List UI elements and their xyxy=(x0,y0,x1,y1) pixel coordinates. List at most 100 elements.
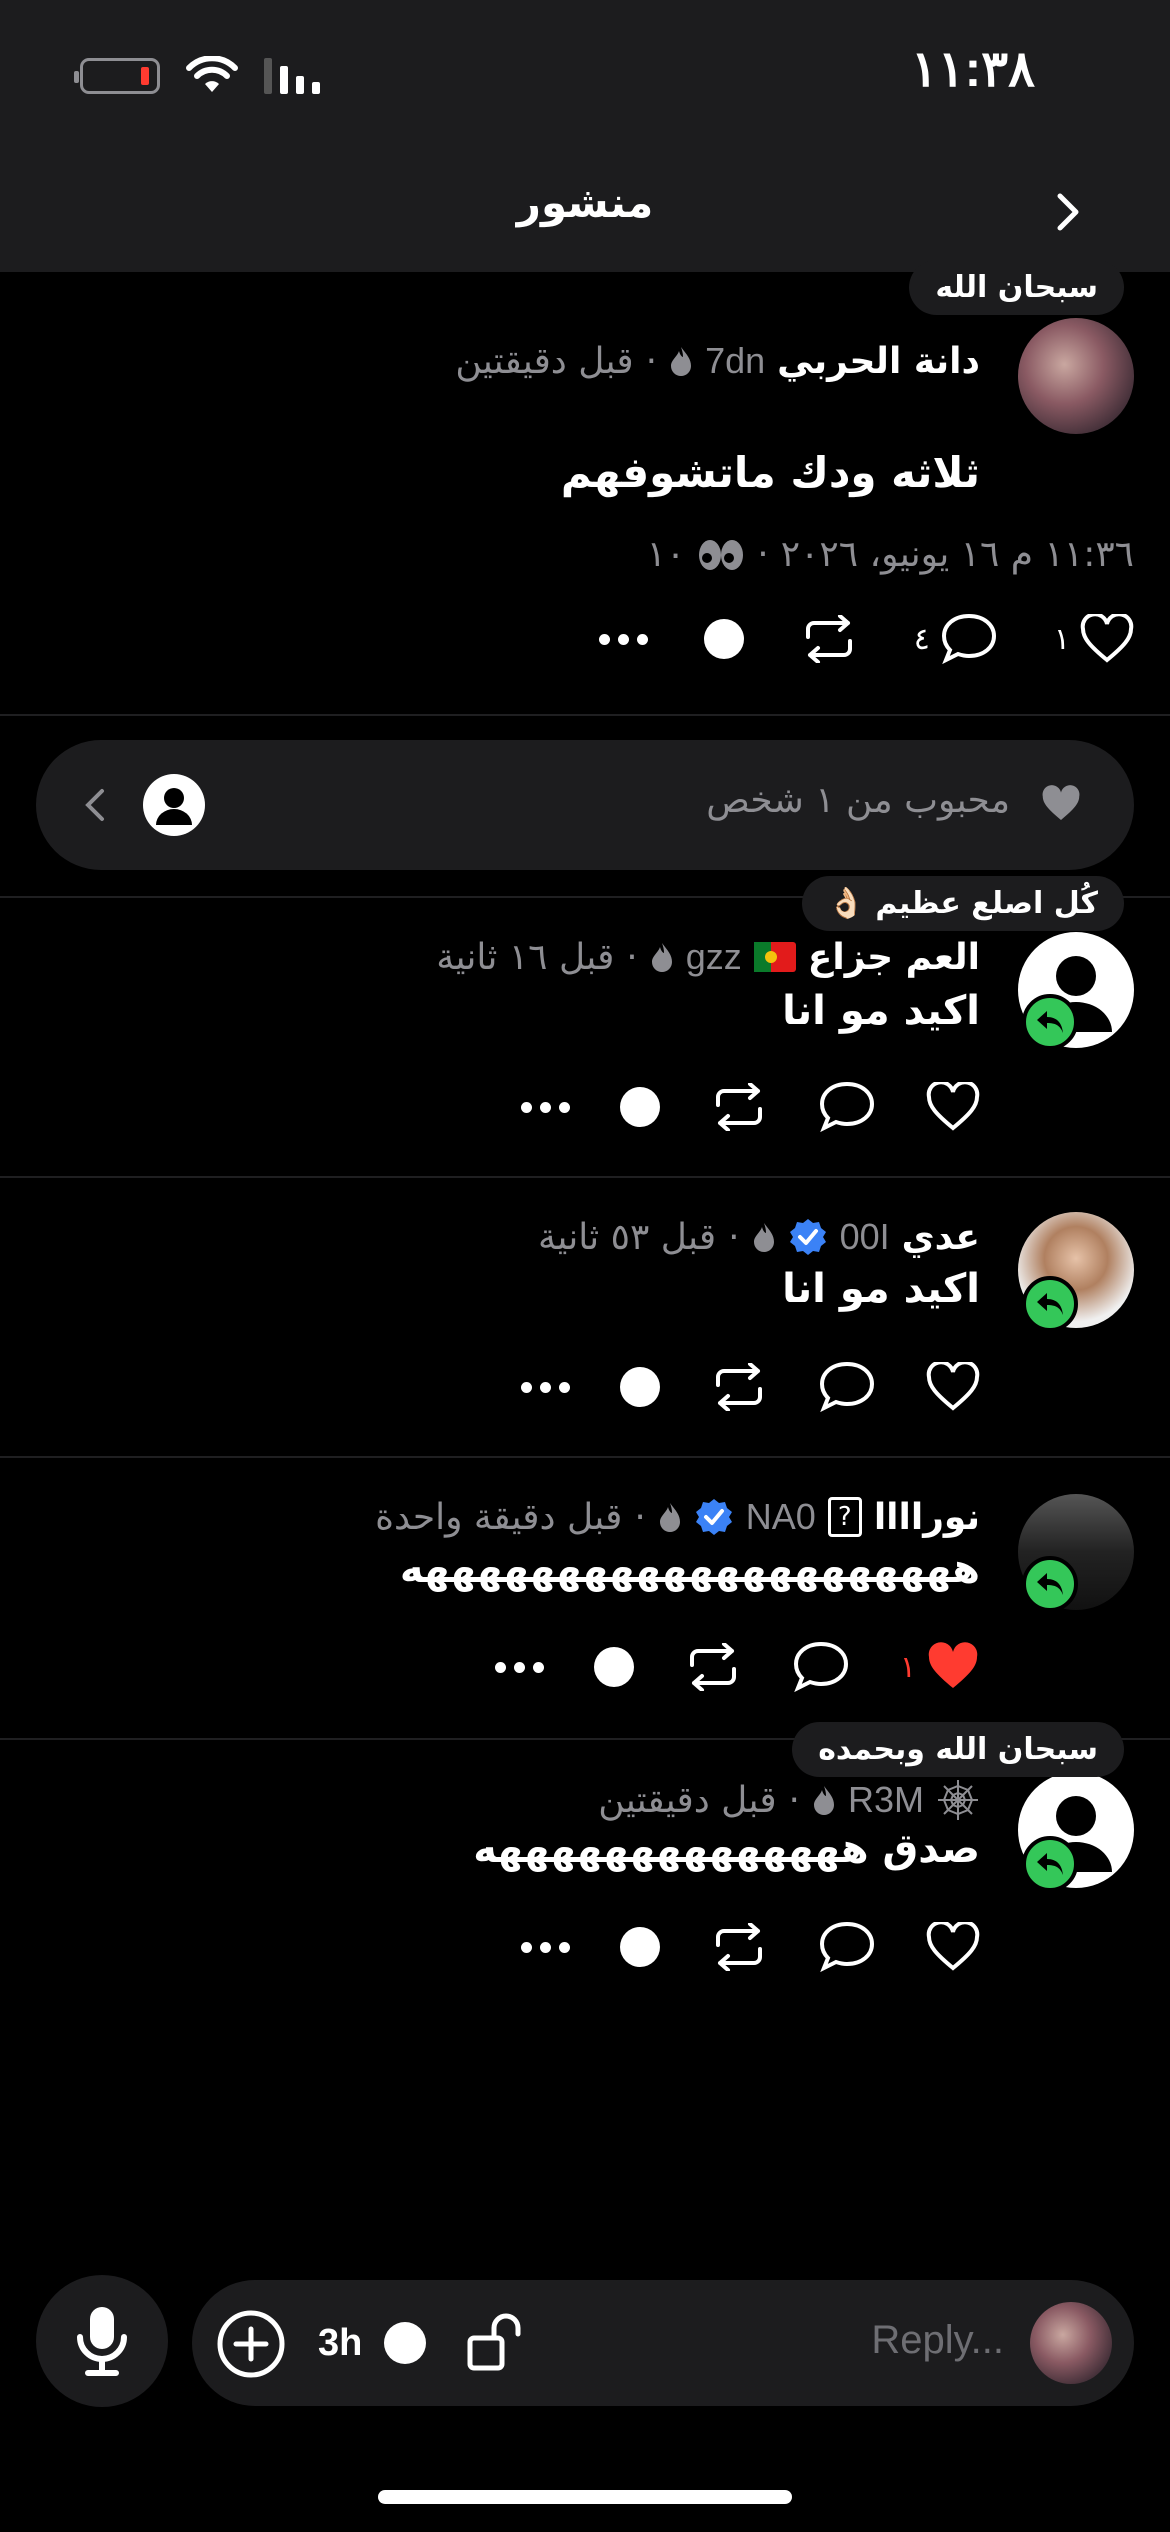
post-actions: ١ ٤ xyxy=(598,612,1134,666)
heart-icon xyxy=(926,1922,980,1971)
status-icons xyxy=(74,56,324,96)
reply-badge xyxy=(1022,1556,1078,1612)
like-button[interactable] xyxy=(926,1362,980,1412)
mic-button[interactable] xyxy=(36,2275,168,2407)
comment-button[interactable] xyxy=(792,1640,850,1694)
repost-icon xyxy=(716,1363,762,1411)
like-button[interactable]: ١ xyxy=(900,1642,980,1692)
comment-author-line: العم جزاع gzz · قبل ١٦ ثانية xyxy=(436,936,980,978)
more-icon xyxy=(598,633,648,645)
comment-handle: gzz xyxy=(685,936,742,977)
home-indicator xyxy=(378,2490,792,2504)
comment-time: قبل ١٦ ثانية xyxy=(436,936,615,978)
reply-arrow-icon xyxy=(1037,1011,1063,1033)
comment-button[interactable] xyxy=(818,1920,876,1974)
separator-dot: · xyxy=(788,1779,800,1821)
author-line: دانة الحربي 7dn · قبل دقيقتين xyxy=(455,340,980,382)
more-icon xyxy=(494,1661,544,1673)
comment-author-name[interactable]: عدي xyxy=(902,1217,980,1258)
more-button[interactable] xyxy=(521,1101,570,1113)
status-bar: ١١:٣٨ xyxy=(0,0,1170,140)
comment-actions xyxy=(521,1920,980,1974)
comment-handle: 00I xyxy=(839,1216,890,1257)
comment-text: اكيد مو انا xyxy=(782,1266,980,1312)
liked-by-label: محبوب من ١ شخص xyxy=(706,780,1010,821)
flame-icon xyxy=(813,1786,834,1815)
flame-icon xyxy=(659,1503,680,1532)
repost-icon xyxy=(805,615,852,663)
heart-filled-icon xyxy=(928,1642,978,1688)
post-text: ثلاثه ودك ماتشوفهم xyxy=(560,448,980,497)
repost-button[interactable] xyxy=(710,1363,768,1411)
repost-icon xyxy=(716,1923,762,1971)
page-title: منشور xyxy=(516,178,654,227)
post-time: قبل دقيقتين xyxy=(455,340,634,382)
status-dot-button[interactable] xyxy=(703,619,744,659)
more-button[interactable] xyxy=(494,1661,544,1673)
status-time: ١١:٣٨ xyxy=(910,41,1035,97)
repost-button[interactable] xyxy=(684,1643,742,1691)
my-avatar xyxy=(1030,2302,1112,2384)
comment-button[interactable]: ٤ xyxy=(914,612,998,666)
comment-text: صدق ههههههههههههههه xyxy=(473,1826,980,1872)
dot-icon xyxy=(703,619,744,659)
more-icon xyxy=(521,1101,570,1113)
dot-icon xyxy=(620,1087,660,1127)
reply-arrow-icon xyxy=(1037,1293,1063,1315)
more-button[interactable] xyxy=(521,1381,570,1393)
dot-icon[interactable] xyxy=(384,2322,426,2364)
repost-button[interactable] xyxy=(800,615,858,663)
comment-button[interactable] xyxy=(818,1080,876,1134)
comment-author-name[interactable]: العم جزاع xyxy=(808,937,980,978)
separator-dot: · xyxy=(728,1216,740,1258)
dot-icon xyxy=(620,1927,660,1967)
post-date: ١١:٣٦ م ١٦ يونيو، ٢٠٢٦ xyxy=(780,534,1134,575)
timer-label[interactable]: 3h xyxy=(318,2322,362,2365)
like-button[interactable] xyxy=(926,1082,980,1132)
more-button[interactable] xyxy=(598,633,648,645)
reply-input[interactable]: 3h Reply... xyxy=(192,2280,1134,2406)
unlock-icon[interactable] xyxy=(464,2310,528,2374)
status-dot-button[interactable] xyxy=(620,1087,660,1127)
divider xyxy=(0,714,1170,716)
divider xyxy=(0,1456,1170,1458)
repost-icon xyxy=(689,1643,736,1691)
status-dot-button[interactable] xyxy=(620,1367,660,1407)
author-name[interactable]: دانة الحربي xyxy=(777,341,980,382)
comment-author-name[interactable]: نوراااا xyxy=(874,1497,980,1538)
back-button[interactable] xyxy=(1046,190,1090,234)
repost-button[interactable] xyxy=(710,1083,768,1131)
comment-badge: سبحان الله وبحمده xyxy=(792,1722,1124,1777)
status-dot-button[interactable] xyxy=(593,1647,634,1687)
separator-dot: · xyxy=(634,1496,646,1538)
like-button[interactable]: ١ xyxy=(1054,614,1134,664)
comment-handle: NA0 xyxy=(745,1496,816,1537)
like-count: ١ xyxy=(1053,621,1070,657)
comment-button[interactable] xyxy=(818,1360,876,1414)
divider xyxy=(0,1176,1170,1178)
repost-button[interactable] xyxy=(710,1923,768,1971)
separator-dot: · xyxy=(626,936,638,978)
author-avatar[interactable] xyxy=(1018,318,1134,434)
comment-author-line: R3M · قبل دقيقتين xyxy=(598,1778,980,1822)
reply-badge xyxy=(1022,1836,1078,1892)
status-dot-button[interactable] xyxy=(620,1927,660,1967)
author-handle: 7dn xyxy=(705,340,766,381)
add-icon[interactable] xyxy=(216,2309,286,2379)
comment-icon xyxy=(941,613,996,665)
battery-icon xyxy=(74,58,160,94)
signal-icon xyxy=(264,58,320,94)
comment-author-line: نوراااا ? NA0 · قبل دقيقة واحدة xyxy=(375,1496,980,1538)
flame-icon xyxy=(651,943,672,972)
separator-dot: · xyxy=(757,534,769,575)
reply-placeholder: Reply... xyxy=(871,2318,1004,2362)
liked-by-row[interactable]: محبوب من ١ شخص xyxy=(36,740,1134,870)
like-button[interactable] xyxy=(926,1922,980,1972)
more-button[interactable] xyxy=(521,1941,570,1953)
comment-actions xyxy=(521,1360,980,1414)
comment-time: قبل دقيقة واحدة xyxy=(375,1496,623,1538)
comment-badge: كُل اصلع عظيم 👌🏻 xyxy=(801,876,1124,931)
reply-arrow-icon xyxy=(1037,1853,1063,1875)
comment-icon xyxy=(819,1921,875,1973)
comment-icon xyxy=(793,1641,848,1693)
